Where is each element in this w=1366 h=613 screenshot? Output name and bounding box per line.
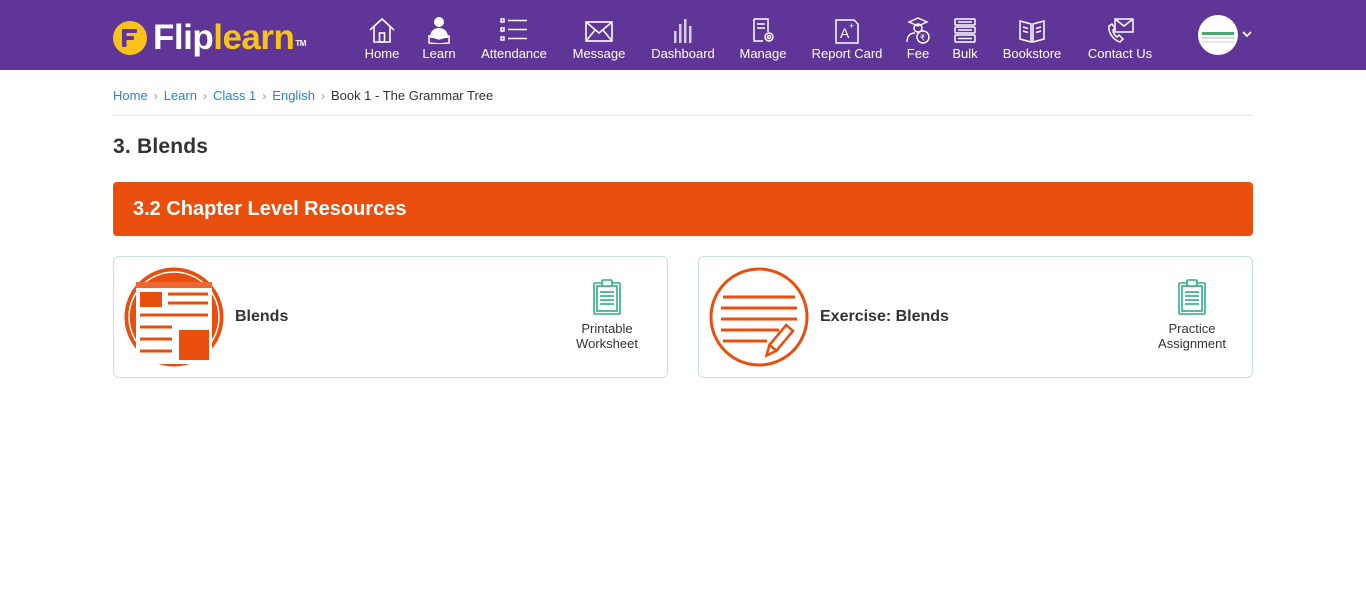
list-icon bbox=[500, 18, 527, 41]
nav-attendance[interactable]: Attendance bbox=[476, 16, 552, 66]
breadcrumb-learn[interactable]: Learn bbox=[164, 88, 197, 103]
chevron-right-icon: › bbox=[202, 89, 207, 103]
exercise-pencil-icon bbox=[709, 267, 809, 367]
resource-title: Exercise: Blends bbox=[820, 308, 949, 325]
nav-attendance-label: Attendance bbox=[481, 46, 547, 61]
nav-bulk[interactable]: Bulk bbox=[949, 16, 981, 66]
bar-chart-icon bbox=[674, 19, 692, 43]
breadcrumb: Home › Learn › Class 1 › English › Book … bbox=[113, 88, 1253, 116]
nav-bookstore-label: Bookstore bbox=[1002, 46, 1062, 61]
chevron-right-icon: › bbox=[262, 89, 267, 103]
nav-bulk-label: Bulk bbox=[952, 46, 978, 61]
chevron-right-icon: › bbox=[320, 89, 325, 103]
page-title: 3. Blends bbox=[113, 135, 209, 158]
rupee-graduate-icon: ₹ bbox=[906, 17, 930, 44]
action-label-line1: Printable bbox=[581, 321, 633, 336]
section-banner: 3.2 Chapter Level Resources bbox=[113, 182, 1253, 236]
chevron-down-icon[interactable] bbox=[1241, 29, 1253, 39]
logo-f-icon bbox=[113, 21, 147, 55]
logo-text-flip: Flip bbox=[153, 18, 214, 57]
breadcrumb-home[interactable]: Home bbox=[113, 88, 148, 103]
fliplearn-logo[interactable]: FliplearnTM bbox=[113, 20, 306, 56]
learner-icon bbox=[428, 17, 450, 44]
nav-contact-us-label: Contact Us bbox=[1087, 46, 1153, 61]
nav-manage[interactable]: Manage bbox=[736, 16, 790, 66]
nav-fee[interactable]: ₹ Fee bbox=[902, 16, 934, 66]
clipboard-icon bbox=[1178, 279, 1206, 315]
printable-worksheet-button[interactable]: Printable Worksheet bbox=[562, 279, 652, 351]
nav-manage-label: Manage bbox=[739, 46, 787, 61]
worksheet-icon bbox=[124, 267, 224, 367]
user-avatar[interactable] bbox=[1198, 15, 1238, 55]
nav-fee-label: Fee bbox=[906, 46, 930, 61]
nav-home[interactable]: Home bbox=[360, 16, 404, 66]
breadcrumb-current: Book 1 - The Grammar Tree bbox=[330, 88, 494, 103]
nav-message[interactable]: Message bbox=[568, 16, 630, 66]
nav-dashboard-label: Dashboard bbox=[651, 46, 715, 61]
nav-home-label: Home bbox=[364, 46, 400, 61]
phone-envelope-icon bbox=[1108, 18, 1134, 43]
nav-report-card-label: Report Card bbox=[811, 46, 883, 61]
breadcrumb-class[interactable]: Class 1 bbox=[213, 88, 256, 103]
nav-learn[interactable]: Learn bbox=[418, 16, 460, 66]
stack-icon bbox=[954, 18, 976, 43]
breadcrumb-subject[interactable]: English bbox=[272, 88, 315, 103]
nav-dashboard[interactable]: Dashboard bbox=[647, 16, 719, 66]
practice-assignment-button[interactable]: Practice Assignment bbox=[1147, 279, 1237, 351]
nav-message-label: Message bbox=[572, 46, 626, 61]
resource-card-blends[interactable]: Blends Printable Worksheet bbox=[113, 256, 668, 378]
nav-report-card[interactable]: A + Report Card bbox=[808, 16, 886, 66]
logo-trademark: TM bbox=[295, 39, 306, 48]
logo-wordmark: FliplearnTM bbox=[153, 20, 306, 56]
action-label-line2: Worksheet bbox=[576, 336, 638, 351]
nav-bookstore[interactable]: Bookstore bbox=[998, 16, 1066, 66]
logo-text-learn: learn bbox=[213, 18, 295, 57]
nav-contact-us[interactable]: Contact Us bbox=[1084, 16, 1156, 66]
resource-title: Blends bbox=[235, 308, 289, 325]
book-icon bbox=[1019, 20, 1045, 43]
report-card-icon: A + bbox=[835, 19, 859, 44]
action-label-line1: Practice bbox=[1168, 321, 1216, 336]
svg-text:+: + bbox=[849, 21, 854, 31]
action-label-line2: Assignment bbox=[1158, 336, 1226, 351]
document-gear-icon bbox=[753, 18, 774, 42]
clipboard-icon bbox=[593, 279, 621, 315]
nav-learn-label: Learn bbox=[422, 46, 456, 61]
resource-card-exercise-blends[interactable]: Exercise: Blends Practice Assignment bbox=[698, 256, 1253, 378]
envelope-icon bbox=[585, 21, 613, 42]
top-navigation-bar: FliplearnTM Home Learn Attendance Messag… bbox=[0, 0, 1366, 70]
svg-text:₹: ₹ bbox=[920, 34, 925, 43]
chevron-right-icon: › bbox=[153, 89, 158, 103]
home-icon bbox=[369, 17, 395, 43]
